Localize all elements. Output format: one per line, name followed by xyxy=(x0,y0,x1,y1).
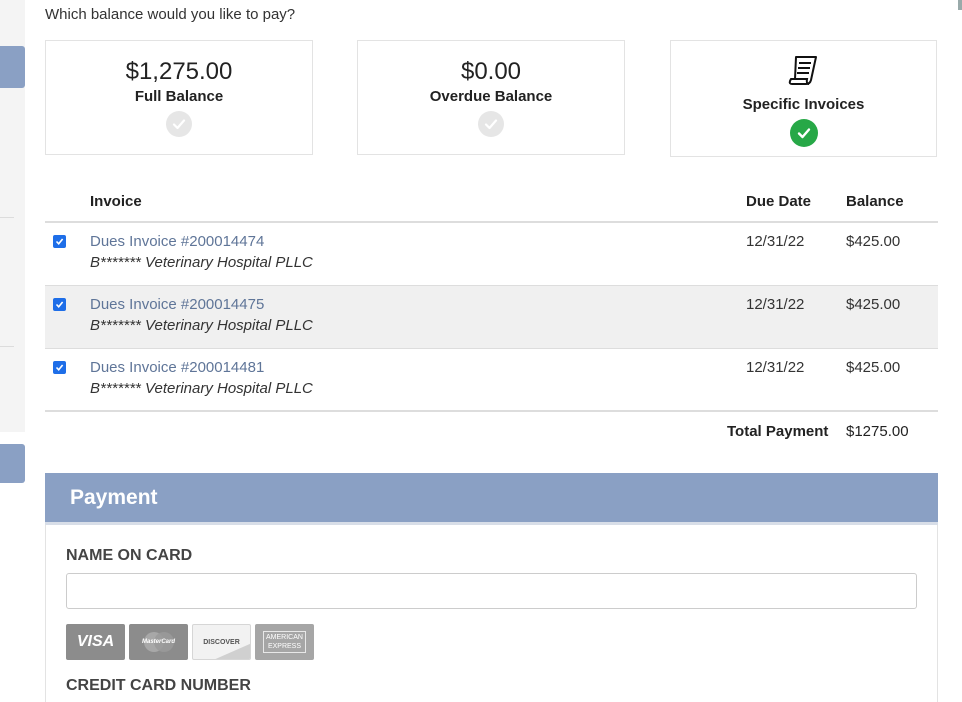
invoice-checkbox[interactable] xyxy=(53,297,66,311)
invoice-checkbox[interactable] xyxy=(53,235,66,248)
table-row: Dues Invoice #200014475 B******* Veterin… xyxy=(45,285,938,349)
sidebar-divider xyxy=(0,217,14,218)
mastercard-icon: MasterCard xyxy=(129,624,188,660)
table-header-row: Invoice Due Date Balance xyxy=(45,182,938,223)
invoice-checkbox[interactable] xyxy=(53,360,66,374)
invoice-table: Invoice Due Date Balance Dues Invoice #2… xyxy=(45,182,938,412)
visa-card-label: VISA xyxy=(76,633,115,650)
name-on-card-input[interactable] xyxy=(66,573,917,609)
checkmark-icon xyxy=(478,111,504,137)
invoice-organization: B******* Veterinary Hospital PLLC xyxy=(90,254,313,271)
overdue-balance-label: Overdue Balance xyxy=(429,88,553,105)
invoice-link[interactable]: Dues Invoice #200014475 xyxy=(90,296,746,313)
payment-title: Payment xyxy=(70,486,158,509)
due-date-cell: 12/31/22 xyxy=(746,285,846,349)
full-balance-option[interactable]: $1,275.00 Full Balance xyxy=(45,40,313,155)
invoice-organization: B******* Veterinary Hospital PLLC xyxy=(90,316,313,334)
mastercard-label: MasterCard xyxy=(141,639,175,645)
sidebar-divider xyxy=(0,346,14,347)
invoice-document-icon xyxy=(671,54,936,86)
sidebar-tab[interactable] xyxy=(0,444,25,483)
scrollbar-thumb[interactable] xyxy=(958,0,962,10)
select-column-header xyxy=(45,182,90,223)
invoice-link[interactable]: Dues Invoice #200014481 xyxy=(90,359,746,376)
due-date-column-header: Due Date xyxy=(746,182,846,223)
balance-column-header: Balance xyxy=(846,182,938,223)
full-balance-label: Full Balance xyxy=(134,88,224,105)
specific-invoices-label: Specific Invoices xyxy=(742,96,865,113)
overdue-balance-amount: $0.00 xyxy=(460,58,522,85)
balance-cell: $425.00 xyxy=(846,285,938,349)
full-balance-amount: $1,275.00 xyxy=(125,58,233,85)
specific-invoices-option[interactable]: Specific Invoices xyxy=(670,40,937,157)
payment-panel-header: Payment xyxy=(45,473,938,525)
table-row: Dues Invoice #200014474 B******* Veterin… xyxy=(45,222,938,286)
balance-question: Which balance would you like to pay? xyxy=(45,6,296,23)
checkmark-icon xyxy=(789,119,818,147)
name-on-card-label: NAME ON CARD xyxy=(66,547,193,564)
total-payment-label: Total Payment xyxy=(727,423,829,440)
credit-card-number-label: CREDIT CARD NUMBER xyxy=(66,677,251,694)
invoice-organization: B******* Veterinary Hospital PLLC xyxy=(90,379,313,397)
balance-cell: $425.00 xyxy=(846,348,938,412)
amex-label-line1: AMERICAN xyxy=(266,634,303,641)
discover-card-label: DISCOVER xyxy=(203,638,240,646)
sidebar-edge xyxy=(0,0,25,702)
due-date-cell: 12/31/22 xyxy=(746,348,846,412)
balance-cell: $425.00 xyxy=(846,222,938,286)
table-row: Dues Invoice #200014481 B******* Veterin… xyxy=(45,348,938,412)
total-payment-value: $1275.00 xyxy=(846,423,909,440)
visa-card-icon: VISA xyxy=(66,624,125,660)
discover-card-icon: DISCOVER xyxy=(192,624,251,660)
checkmark-icon xyxy=(166,111,192,137)
amex-card-icon: AMERICAN EXPRESS xyxy=(255,624,314,660)
amex-label-line2: EXPRESS xyxy=(267,643,302,650)
invoice-column-header: Invoice xyxy=(90,182,746,223)
invoice-link[interactable]: Dues Invoice #200014474 xyxy=(90,233,746,250)
overdue-balance-option[interactable]: $0.00 Overdue Balance xyxy=(357,40,625,155)
due-date-cell: 12/31/22 xyxy=(746,222,846,286)
sidebar-active-tab[interactable] xyxy=(0,46,25,88)
